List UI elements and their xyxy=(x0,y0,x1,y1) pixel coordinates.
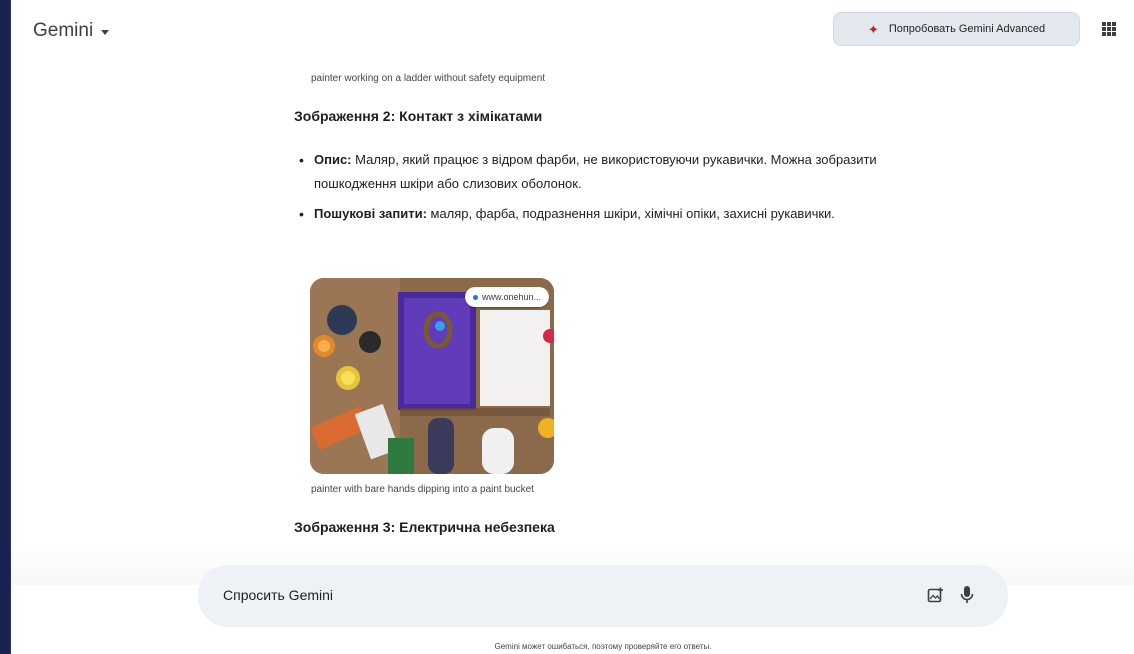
image-source-label: www.onehun... xyxy=(482,292,542,302)
bullet-label: Опис: xyxy=(314,152,352,167)
add-image-icon[interactable] xyxy=(927,587,943,603)
apps-grid-icon[interactable] xyxy=(1102,22,1116,36)
list-item: Пошукові запити: маляр, фарба, подразнен… xyxy=(294,202,894,226)
microphone-icon[interactable] xyxy=(960,585,974,605)
try-gemini-advanced-button[interactable]: ✦ Попробовать Gemini Advanced xyxy=(833,12,1080,46)
painting-supplies-photo xyxy=(310,278,554,474)
bullet-list: Опис: Маляр, який працює з відром фарби,… xyxy=(294,148,894,232)
bullet-label: Пошукові запити: xyxy=(314,206,427,221)
chevron-down-icon xyxy=(101,29,110,35)
bullet-text: Маляр, який працює з відром фарби, не ви… xyxy=(314,152,877,191)
image-caption: painter working on a ladder without safe… xyxy=(311,73,546,84)
image-source-chip[interactable]: www.onehun... xyxy=(465,287,550,307)
bullet-text: маляр, фарба, подразнення шкіри, хімічні… xyxy=(426,206,835,221)
section-title: Зображення 2: Контакт з хімікатами xyxy=(294,108,543,124)
try-button-label: Попробовать Gemini Advanced xyxy=(888,23,1046,35)
source-favicon-icon xyxy=(473,294,478,300)
painter-image[interactable]: www.onehun... xyxy=(310,278,554,474)
model-selector[interactable]: Gemini xyxy=(33,20,110,42)
disclaimer-text: Gemini может ошибаться, поэтому проверяй… xyxy=(494,642,712,651)
prompt-input-bar[interactable]: Спросить Gemini xyxy=(198,565,1008,627)
gemini-window: Gemini ✦ Попробовать Gemini Advanced pai… xyxy=(10,0,1134,654)
list-item: Опис: Маляр, який працює з відром фарби,… xyxy=(294,148,894,196)
sparkle-icon: ✦ xyxy=(867,21,879,37)
app-name: Gemini xyxy=(33,20,94,41)
image-caption: painter with bare hands dipping into a p… xyxy=(311,484,534,495)
section-title: Зображення 3: Електрична небезпека xyxy=(294,519,555,535)
prompt-input[interactable]: Спросить Gemini xyxy=(223,587,333,603)
